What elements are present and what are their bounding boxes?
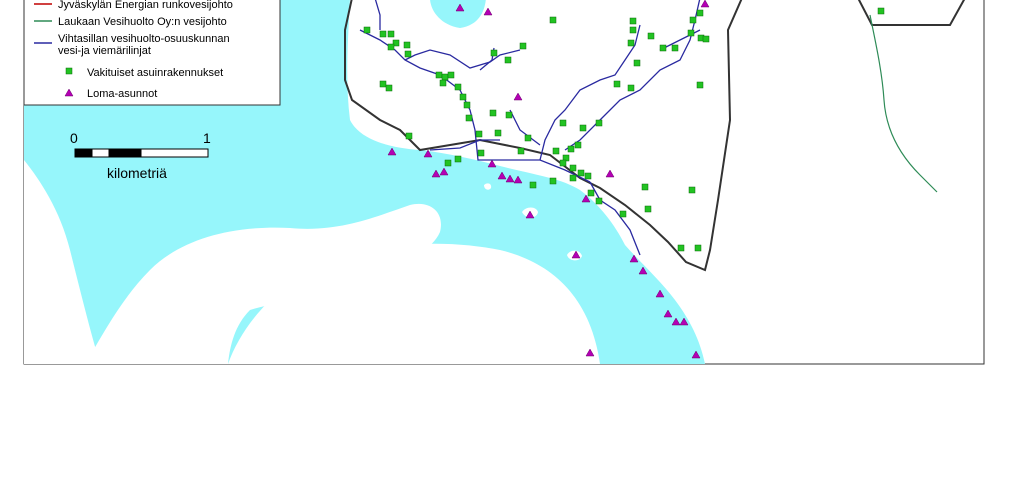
legend-green-square-symbol [65,67,73,75]
legend-label-holiday: Loma-asunnot [87,88,157,100]
scale-unit-label: kilometriä [107,165,167,181]
legend-label-vihtasilta-1: Vihtasillan vesihuolto-osuuskunnan [58,33,230,45]
scale-segment-1 [74,148,93,158]
legend: Jyväskylän Energian runkovesijohto Lauka… [23,0,281,106]
scale-segment-4 [140,148,209,158]
legend-label-vihtasilta-2: vesi-ja viemärilinjat [58,45,151,57]
scale-end-label: 1 [203,130,211,146]
legend-label-jyvaskyla: Jyväskylän Energian runkovesijohto [58,0,233,11]
legend-label-permanent: Vakituiset asuinrakennukset [87,67,223,79]
scale-start-label: 0 [70,130,78,146]
legend-label-laukaa: Laukaan Vesihuolto Oy:n vesijohto [58,16,227,28]
map-canvas: Jyväskylän Energian runkovesijohto Lauka… [23,0,985,365]
scale-segment-2 [91,148,110,158]
scale-segment-3 [108,148,142,158]
